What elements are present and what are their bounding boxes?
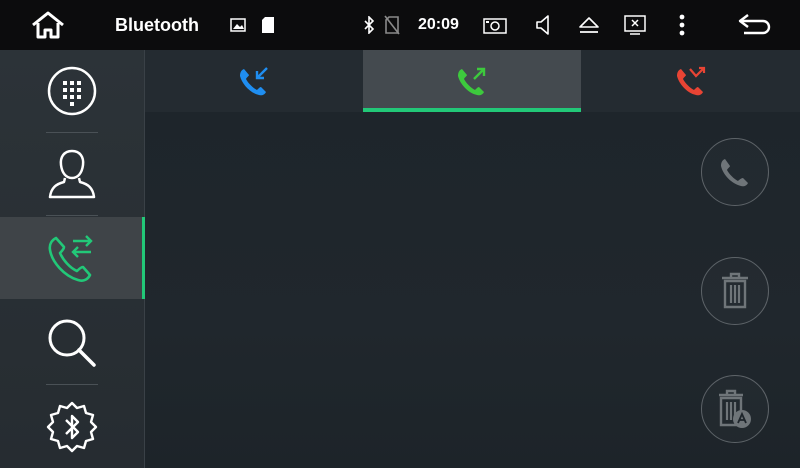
sidebar-divider [46,215,98,216]
sd-card-icon [258,0,278,50]
clock: 20:09 [418,16,459,33]
sidebar [0,50,145,468]
missed-call-icon [675,65,707,97]
outgoing-call-icon [456,65,488,97]
more-icon[interactable] [672,0,692,50]
sidebar-divider [46,384,98,385]
tab-outgoing-calls[interactable] [363,50,581,112]
no-sim-icon [382,0,402,50]
bluetooth-icon [360,0,378,50]
sidebar-item-bluetooth-settings[interactable] [0,386,144,468]
image-icon [228,0,248,50]
tab-incoming-calls[interactable] [145,50,363,112]
incoming-call-icon [238,65,270,97]
bluetooth-settings-icon [45,400,99,454]
screenshot-icon[interactable] [481,0,509,50]
contact-icon [47,148,97,200]
sidebar-item-call-log[interactable] [0,217,145,299]
sidebar-item-contacts[interactable] [0,133,144,215]
trash-icon [720,272,750,310]
call-button[interactable] [701,138,769,206]
call-log-icon [46,232,98,284]
search-icon [45,316,99,370]
status-bar: Bluetooth 20:09 [0,0,800,50]
eject-icon[interactable] [576,0,602,50]
back-icon[interactable] [734,0,774,50]
close-window-icon[interactable] [622,0,648,50]
sidebar-item-search[interactable] [0,302,144,384]
tab-missed-calls[interactable] [581,50,800,112]
call-log-tabs [145,50,800,112]
delete-button[interactable] [701,257,769,325]
volume-icon[interactable] [531,0,555,50]
page-title: Bluetooth [115,15,199,35]
dialpad-icon [46,65,98,117]
delete-all-button[interactable] [701,375,769,443]
call-list-area [145,112,800,468]
delete-all-icon [717,389,753,429]
sidebar-item-dialpad[interactable] [0,50,144,132]
home-icon[interactable] [22,0,74,50]
phone-icon [718,155,752,189]
